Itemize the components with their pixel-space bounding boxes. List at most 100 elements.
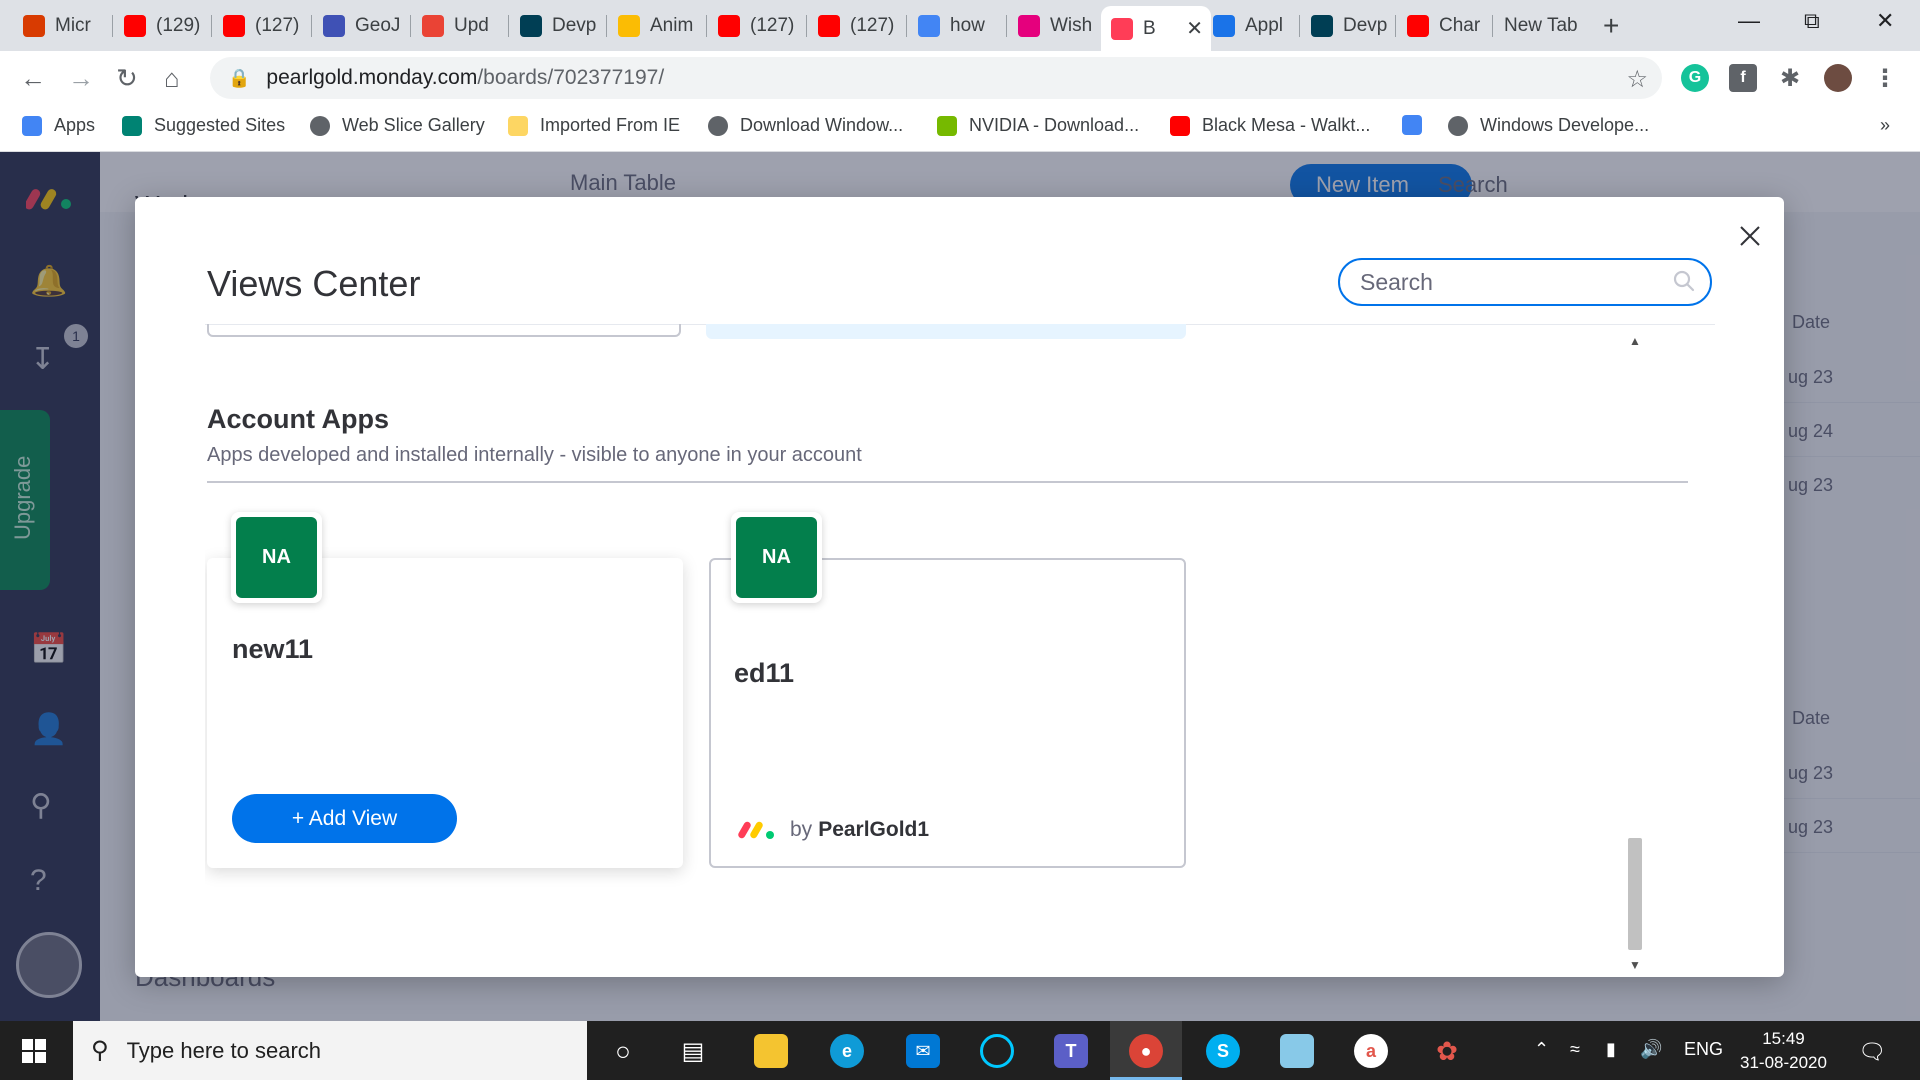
taskbar-search-box[interactable]: ⚲ Type here to search (73, 1021, 587, 1080)
browser-tab[interactable]: Upd (412, 6, 507, 45)
browser-menu-icon[interactable]: ⋮ (1871, 64, 1899, 92)
tab-title: New Tab (1504, 14, 1578, 36)
app-icon-ed11: NA (731, 512, 822, 603)
youtube-icon (124, 14, 146, 37)
bookmark-item[interactable]: Black Mesa - Walkt... (1170, 115, 1370, 136)
browser-tab[interactable]: Char (1397, 6, 1492, 45)
edge-icon[interactable]: e (830, 1034, 864, 1068)
tab-separator (806, 15, 807, 37)
bookmark-item[interactable]: Suggested Sites (122, 115, 285, 136)
browser-tab[interactable]: (129) (114, 6, 209, 45)
skype-icon[interactable]: S (1206, 1034, 1240, 1068)
tab-separator (706, 15, 707, 37)
bookmark-item[interactable]: NVIDIA - Download... (937, 115, 1139, 136)
browser-tab[interactable]: B ✕ (1101, 6, 1211, 51)
snip-tool-icon[interactable]: ✿ (1430, 1034, 1464, 1068)
browser-tab[interactable]: New Tab (1494, 6, 1599, 45)
youtube-icon (223, 14, 245, 37)
cortana-icon[interactable]: ○ (606, 1034, 640, 1068)
acrobat-icon[interactable]: a (1354, 1034, 1388, 1068)
bookmark-item[interactable]: Web Slice Gallery (310, 115, 485, 136)
bookmark-item[interactable] (1402, 115, 1434, 135)
bookmark-star-icon[interactable]: ☆ (1626, 65, 1648, 94)
browser-tab[interactable]: (127) (808, 6, 903, 45)
section-divider (207, 481, 1688, 483)
windows-start-icon[interactable] (22, 1039, 46, 1063)
file-explorer-icon[interactable] (754, 1034, 788, 1068)
apps-grid-icon (22, 115, 42, 136)
facebook-extension-icon[interactable]: f (1729, 64, 1757, 92)
tray-chevron-icon[interactable]: ⌃ (1534, 1039, 1549, 1060)
new-tab-plus-icon[interactable]: + (1603, 10, 1619, 42)
clock-date: 31-08-2020 (1740, 1053, 1827, 1072)
modal-title: Views Center (207, 263, 421, 304)
bookmark-item[interactable]: Windows Develope... (1448, 115, 1649, 136)
app-card-new11[interactable]: new11 + Add View (207, 558, 683, 868)
browser-tab[interactable]: (127) (708, 6, 803, 45)
bookmark-item[interactable]: Apps (22, 115, 95, 136)
profile-avatar[interactable] (1824, 64, 1852, 92)
views-search-box[interactable] (1338, 258, 1712, 306)
bookmarks-overflow-icon[interactable]: » (1880, 115, 1890, 136)
battery-icon[interactable]: ▮ (1606, 1039, 1616, 1060)
office-icon (23, 14, 45, 37)
tab-close-icon[interactable]: ✕ (1178, 16, 1203, 41)
tab-title: Devp (552, 14, 597, 36)
home-icon[interactable]: ⌂ (164, 63, 180, 94)
app-name: new11 (232, 634, 314, 664)
reload-icon[interactable]: ↻ (116, 63, 138, 94)
wifi-icon[interactable]: ≈ (1570, 1039, 1580, 1060)
section-title: Account Apps (207, 404, 389, 434)
gmail-icon (422, 14, 444, 37)
notifications-icon[interactable]: 🗨 (1858, 1039, 1886, 1065)
scroll-up-icon[interactable]: ▲ (1629, 334, 1641, 348)
alexa-icon[interactable] (980, 1034, 1014, 1068)
address-bar[interactable]: 🔒 pearlgold.monday.com/boards/702377197/… (210, 57, 1662, 99)
close-icon[interactable] (1735, 221, 1765, 251)
bookmark-label: NVIDIA - Download... (969, 115, 1140, 135)
forward-arrow-icon[interactable]: → (68, 63, 94, 94)
tab-title: B (1143, 17, 1156, 39)
views-search-input[interactable] (1360, 268, 1660, 296)
bookmark-item[interactable]: Imported From IE (508, 115, 680, 136)
restore-icon[interactable]: ⧉ (1804, 8, 1820, 34)
browser-tab[interactable]: (127) (213, 6, 308, 45)
modal-scrollbar[interactable]: ▲ ▼ (1625, 330, 1645, 972)
animation-icon (618, 14, 640, 37)
tab-separator (410, 15, 411, 37)
previous-app-card-highlighted[interactable] (706, 324, 1186, 339)
chrome-icon[interactable]: ● (1129, 1034, 1163, 1068)
task-view-icon[interactable]: ▤ (676, 1034, 710, 1068)
teams-icon[interactable]: T (1054, 1034, 1088, 1068)
extensions-puzzle-icon[interactable]: ✱ (1776, 64, 1804, 92)
grammarly-extension-icon[interactable]: G (1681, 64, 1709, 92)
app-initials: NA (236, 517, 317, 598)
back-arrow-icon[interactable]: ← (20, 63, 46, 94)
browser-tab[interactable]: Wish (1008, 6, 1103, 45)
youtube-icon (818, 14, 840, 37)
previous-app-card[interactable] (207, 324, 681, 337)
search-icon: ⚲ (91, 1037, 109, 1064)
browser-tab[interactable]: how (908, 6, 1003, 45)
system-clock[interactable]: 15:49 31-08-2020 (1740, 1027, 1827, 1075)
browser-tab[interactable]: Devp (510, 6, 605, 45)
scrollbar-thumb[interactable] (1628, 838, 1642, 950)
browser-tab[interactable]: Anim (608, 6, 703, 45)
add-view-button[interactable]: + Add View (232, 794, 457, 843)
bookmark-item[interactable]: Download Window... (708, 115, 903, 136)
minimize-icon[interactable]: — (1738, 8, 1760, 34)
browser-toolbar: ← → ↻ ⌂ 🔒 pearlgold.monday.com/boards/70… (0, 51, 1920, 105)
language-indicator[interactable]: ENG (1684, 1039, 1723, 1060)
window-close-icon[interactable]: ✕ (1876, 8, 1894, 34)
scroll-down-icon[interactable]: ▼ (1629, 958, 1641, 972)
browser-tab[interactable]: Devp (1301, 6, 1396, 45)
mail-icon[interactable]: ✉ (906, 1034, 940, 1068)
browser-tab[interactable]: GeoJ (313, 6, 408, 45)
browser-tab[interactable]: Appl (1203, 6, 1298, 45)
browser-tab[interactable]: Micr (13, 6, 108, 45)
app-pad-icon[interactable] (1280, 1034, 1314, 1068)
app-card-ed11[interactable]: ed11 by PearlGold1 (709, 558, 1186, 868)
bookmarks-bar: Apps Suggested Sites Web Slice Gallery Impo… (0, 105, 1920, 152)
clock-time: 15:49 (1762, 1029, 1805, 1048)
volume-icon[interactable]: 🔊 (1640, 1039, 1662, 1060)
